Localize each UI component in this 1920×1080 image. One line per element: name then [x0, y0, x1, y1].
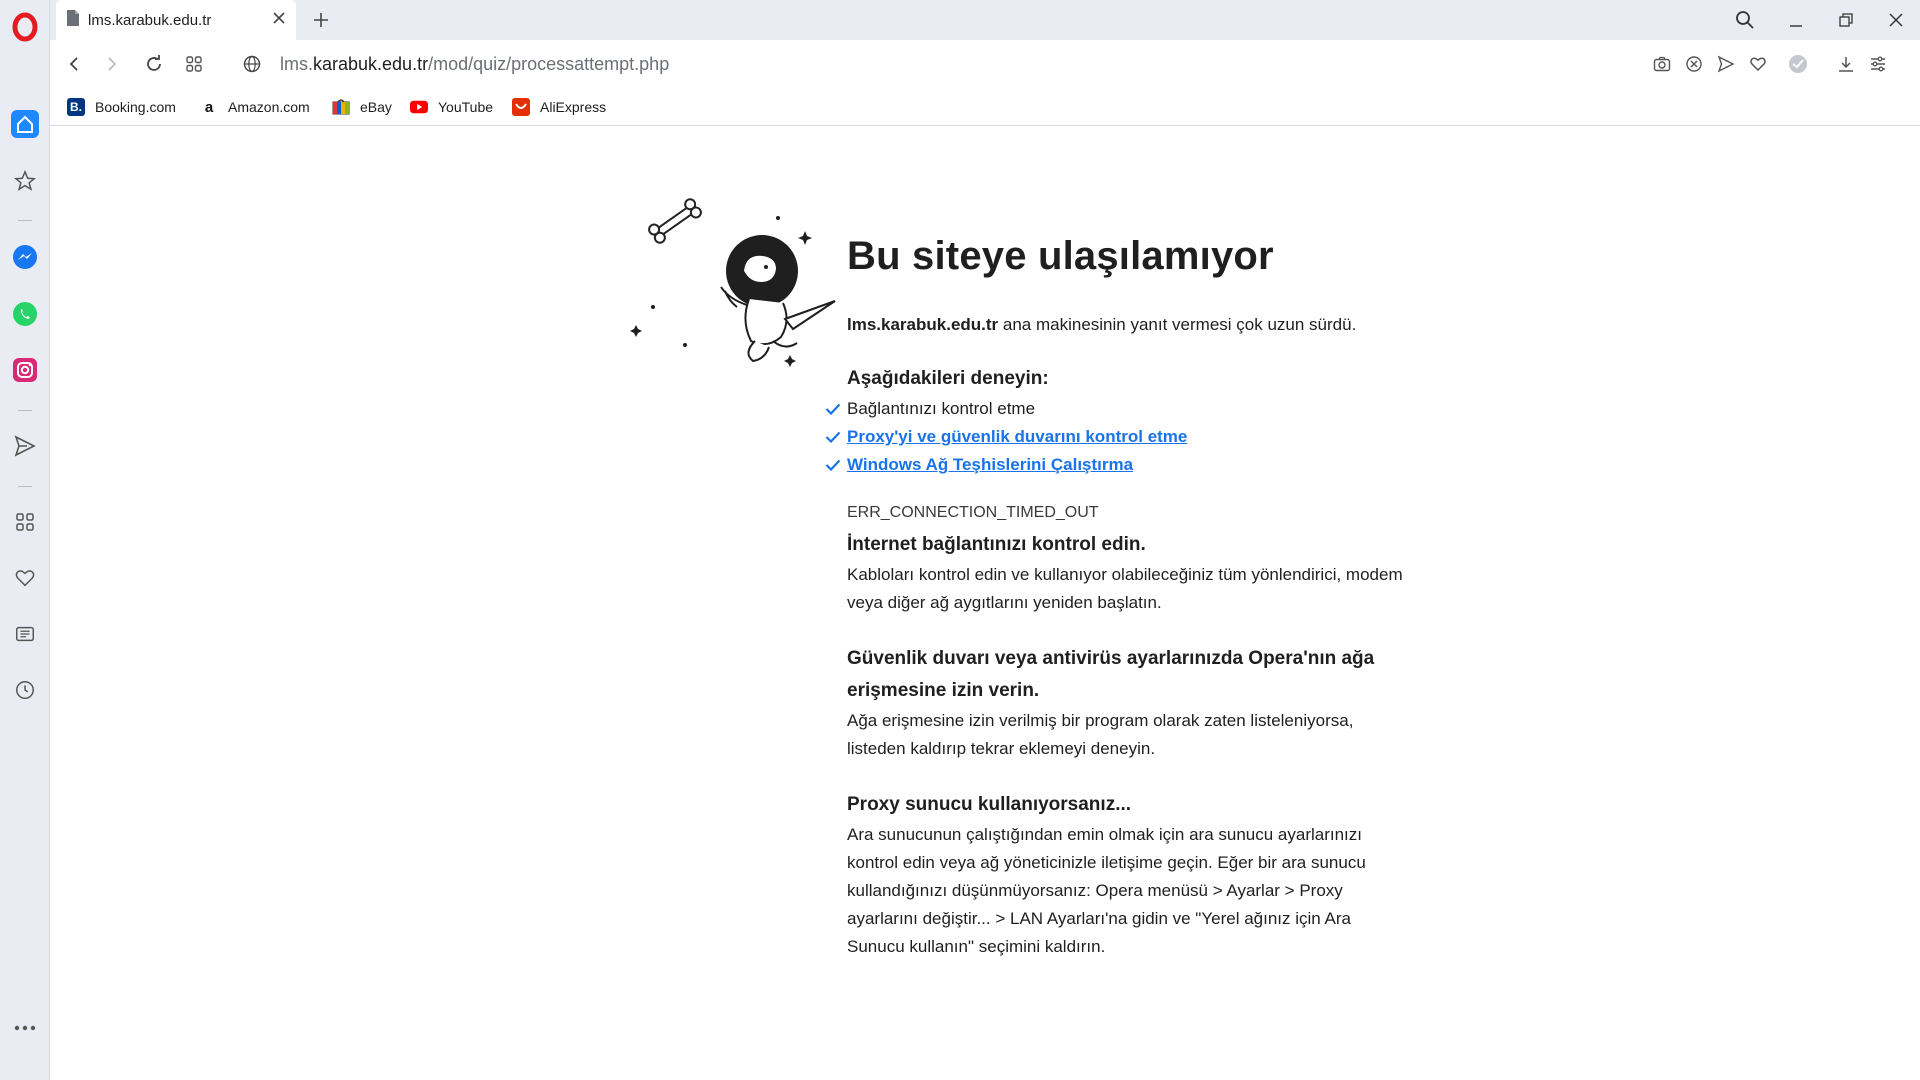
sidebar-divider — [18, 220, 32, 221]
space-dog-illustration — [625, 191, 845, 371]
checkmark-icon — [825, 423, 843, 451]
help-heading: İnternet bağlantınızı kontrol edin. — [847, 534, 1146, 555]
amazon-icon: a — [200, 98, 218, 116]
whatsapp-icon[interactable] — [9, 298, 41, 330]
bookmark-aliexpress[interactable]: AliExpress — [512, 94, 606, 120]
booking-icon: B. — [67, 98, 85, 116]
help-section: Proxy sunucu kullanıyorsanız... Ara sunu… — [847, 789, 1407, 961]
search-tabs-icon[interactable] — [1725, 4, 1765, 36]
site-info-icon[interactable] — [236, 48, 268, 80]
close-window-icon[interactable] — [1876, 4, 1916, 36]
error-message: Bu siteye ulaşılamıyor lms.karabuk.edu.t… — [825, 234, 1407, 961]
error-title: Bu siteye ulaşılamıyor — [847, 234, 1274, 278]
send-icon[interactable] — [9, 430, 41, 462]
network-diagnostics-link[interactable]: Windows Ağ Teşhislerini Çalıştırma — [847, 455, 1133, 474]
bookmark-label: Booking.com — [95, 99, 176, 115]
help-body: Kabloları kontrol edin ve kullanıyor ola… — [847, 565, 1403, 612]
bookmark-heart-icon[interactable] — [1744, 50, 1772, 78]
error-code: ERR_CONNECTION_TIMED_OUT — [847, 504, 1099, 521]
address-toolbar: lms. karabuk.edu.tr/mod/quiz/processattem… — [50, 40, 1920, 88]
instagram-icon[interactable] — [9, 354, 41, 386]
suggestion-item: Bağlantınızı kontrol etme — [825, 395, 1407, 423]
restore-icon[interactable] — [1826, 4, 1866, 36]
checkmark-icon — [825, 395, 843, 423]
bookmark-ebay[interactable]: eBay — [332, 94, 392, 120]
bookmark-youtube[interactable]: YouTube — [410, 94, 493, 120]
ebay-icon — [332, 98, 350, 116]
heart-icon[interactable] — [9, 562, 41, 594]
page-file-icon — [66, 9, 80, 32]
aliexpress-icon — [512, 98, 530, 116]
error-summary-text: ana makinesinin yanıt vermesi çok uzun s… — [998, 315, 1357, 334]
speed-dial-icon[interactable] — [178, 48, 210, 80]
sidebar-divider — [18, 486, 32, 487]
help-body: Ara sunucunun çalıştığından emin olmak i… — [847, 825, 1366, 956]
sidebar-divider — [18, 410, 32, 411]
error-summary: lms.karabuk.edu.tr ana makinesinin yanıt… — [847, 311, 1407, 339]
minimize-icon[interactable] — [1776, 4, 1816, 36]
url-domain: karabuk.edu.tr — [313, 53, 429, 74]
apps-icon[interactable] — [9, 506, 41, 538]
help-heading: Proxy sunucu kullanıyorsanız... — [847, 794, 1132, 815]
home-icon[interactable] — [9, 108, 41, 140]
error-host: lms.karabuk.edu.tr — [847, 315, 999, 334]
help-section: İnternet bağlantınızı kontrol edin. Kabl… — [847, 529, 1407, 617]
tab-title: lms.karabuk.edu.tr — [88, 11, 212, 29]
news-icon[interactable] — [9, 618, 41, 650]
bookmark-label: AliExpress — [540, 99, 607, 115]
suggestion-item: Windows Ağ Teşhislerini Çalıştırma — [825, 451, 1407, 479]
suggestion-item: Proxy'yi ve güvenlik duvarını kontrol et… — [825, 423, 1407, 451]
youtube-icon — [410, 98, 428, 116]
send-to-flow-icon[interactable] — [1712, 50, 1740, 78]
url-field[interactable]: lms. karabuk.edu.tr/mod/quiz/processattem… — [280, 48, 1580, 80]
help-heading: Güvenlik duvarı veya antivirüs ayarların… — [847, 648, 1375, 701]
bookmark-label: YouTube — [438, 99, 494, 115]
help-section: Güvenlik duvarı veya antivirüs ayarların… — [847, 643, 1407, 763]
back-button[interactable] — [58, 48, 90, 80]
url-path: /mod/quiz/processattempt.php — [428, 53, 670, 74]
forward-button[interactable] — [96, 48, 128, 80]
sidebar — [0, 0, 50, 1080]
browser-window: lms.karabuk.edu.tr lms. karabuk.edu.tr /… — [0, 0, 1920, 1080]
downloads-icon[interactable] — [1832, 50, 1860, 78]
bookmark-label: eBay — [360, 99, 392, 115]
try-title: Aşağıdakileri deneyin: — [847, 368, 1049, 389]
ad-blocker-icon[interactable] — [1680, 50, 1708, 78]
error-page: Bu siteye ulaşılamıyor lms.karabuk.edu.t… — [50, 126, 1920, 1080]
bookmark-amazon[interactable]: a Amazon.com — [200, 94, 310, 120]
tab-strip: lms.karabuk.edu.tr — [50, 0, 1920, 40]
suggestion-text: Bağlantınızı kontrol etme — [847, 399, 1036, 418]
close-tab-icon[interactable] — [272, 11, 286, 30]
reload-button[interactable] — [138, 48, 170, 80]
tab-active[interactable]: lms.karabuk.edu.tr — [56, 0, 296, 40]
bookmark-label: Amazon.com — [228, 99, 310, 115]
snapshot-icon[interactable] — [1648, 50, 1676, 78]
help-body: Ağa erişmesine izin verilmiş bir program… — [847, 711, 1354, 758]
easy-setup-icon[interactable] — [1864, 50, 1892, 78]
more-icon[interactable] — [9, 1012, 41, 1044]
messenger-icon[interactable] — [9, 241, 41, 273]
checkmark-icon — [825, 451, 843, 479]
vpn-icon[interactable] — [1784, 50, 1812, 78]
bookmarks-bar: B. Booking.com a Amazon.com eBay YouTube… — [50, 88, 1920, 126]
bookmark-booking[interactable]: B. Booking.com — [67, 94, 176, 120]
proxy-firewall-link[interactable]: Proxy'yi ve güvenlik duvarını kontrol et… — [847, 427, 1187, 446]
star-icon[interactable] — [9, 165, 41, 197]
history-icon[interactable] — [9, 674, 41, 706]
opera-menu-icon[interactable] — [10, 12, 40, 42]
new-tab-button[interactable] — [305, 4, 337, 36]
url-subdomain: lms. — [280, 53, 313, 74]
suggestion-list: Bağlantınızı kontrol etme Proxy'yi ve gü… — [825, 395, 1407, 479]
